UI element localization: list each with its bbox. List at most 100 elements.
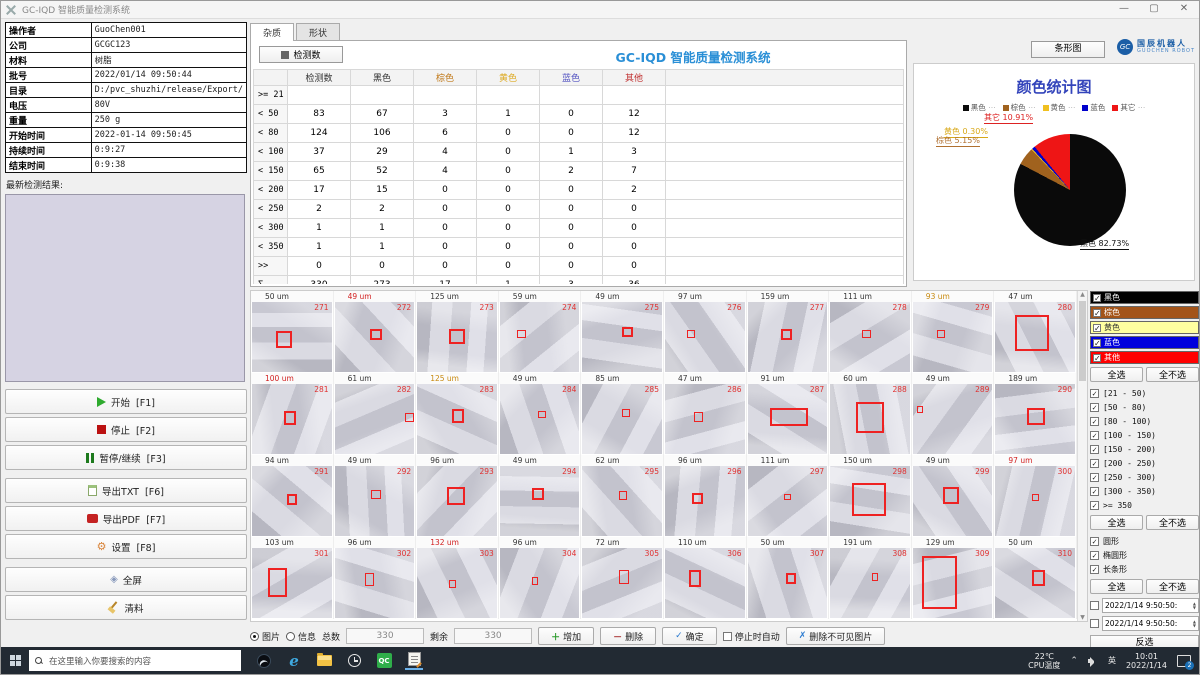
grid-cell[interactable]: 189 um290: [994, 373, 1077, 455]
checkbox-icon[interactable]: ✓: [1090, 501, 1099, 510]
color-filter-棕色[interactable]: ✓棕色: [1090, 306, 1199, 319]
radio-image-icon[interactable]: [250, 632, 259, 641]
checkbox-icon[interactable]: ✓: [1093, 294, 1101, 302]
grid-cell[interactable]: 47 um280: [994, 291, 1077, 373]
add-button[interactable]: ＋增加: [538, 627, 594, 645]
close-button[interactable]: ✕: [1169, 1, 1199, 19]
checkbox-icon[interactable]: ✓: [1090, 403, 1099, 412]
radio-info[interactable]: 信息: [286, 630, 316, 643]
remain-input[interactable]: 330: [454, 628, 532, 644]
detection-image[interactable]: 273: [417, 302, 497, 372]
detection-image[interactable]: 306: [665, 548, 745, 618]
range-filter[interactable]: ✓[100 - 150): [1090, 428, 1199, 442]
detection-image[interactable]: 276: [665, 302, 745, 372]
start-button[interactable]: 开始 [F1]: [5, 389, 247, 414]
detection-image[interactable]: 287: [748, 384, 828, 454]
grid-cell[interactable]: 61 um282: [334, 373, 417, 455]
checkbox-icon[interactable]: ✓: [1090, 445, 1099, 454]
detection-image[interactable]: 294: [500, 466, 580, 536]
detection-image[interactable]: 295: [582, 466, 662, 536]
grid-cell[interactable]: 50 um307: [747, 537, 830, 619]
confirm-button[interactable]: ✓确定: [662, 627, 717, 645]
grid-cell[interactable]: 49 um289: [912, 373, 995, 455]
taskbar-search-input[interactable]: 在这里输入你要搜索的内容: [29, 650, 241, 671]
datetime-start-input[interactable]: 2022/1/14 9:50:50:▲▼: [1102, 598, 1199, 613]
tab-杂质[interactable]: 杂质: [250, 23, 294, 41]
minimize-button[interactable]: —: [1109, 1, 1139, 19]
detection-image[interactable]: 296: [665, 466, 745, 536]
grid-cell[interactable]: 49 um284: [499, 373, 582, 455]
grid-cell[interactable]: 150 um298: [829, 455, 912, 537]
detection-image[interactable]: 289: [913, 384, 993, 454]
checkbox-icon[interactable]: [723, 632, 732, 641]
clear-material-button[interactable]: 清料: [5, 595, 247, 620]
range-filter[interactable]: ✓[200 - 250): [1090, 456, 1199, 470]
grid-cell[interactable]: 111 um278: [829, 291, 912, 373]
grid-cell[interactable]: 96 um304: [499, 537, 582, 619]
detection-image[interactable]: 301: [252, 548, 332, 618]
detection-image[interactable]: 281: [252, 384, 332, 454]
grid-cell[interactable]: 96 um293: [416, 455, 499, 537]
grid-cell[interactable]: 103 um301: [251, 537, 334, 619]
detection-image[interactable]: 272: [335, 302, 415, 372]
checkbox-icon[interactable]: ✓: [1093, 324, 1101, 332]
fullscreen-button[interactable]: ◈全屏: [5, 567, 247, 592]
grid-cell[interactable]: 191 um308: [829, 537, 912, 619]
checkbox-icon[interactable]: ✓: [1090, 389, 1099, 398]
detection-image[interactable]: 304: [500, 548, 580, 618]
color-filter-黄色[interactable]: ✓黄色: [1090, 321, 1199, 334]
qc-app-icon[interactable]: QC: [375, 652, 393, 670]
detection-image[interactable]: 307: [748, 548, 828, 618]
clock-app-icon[interactable]: [345, 652, 363, 670]
grid-cell[interactable]: 96 um296: [664, 455, 747, 537]
cpu-temp-indicator[interactable]: 22℃CPU温度: [1028, 652, 1060, 670]
notification-icon[interactable]: 2: [1177, 655, 1191, 667]
color-select-all-button[interactable]: 全选: [1090, 367, 1143, 382]
scrollbar-thumb[interactable]: [1079, 301, 1086, 381]
detection-image[interactable]: 278: [830, 302, 910, 372]
range-select-none-button[interactable]: 全不选: [1146, 515, 1199, 530]
grid-cell[interactable]: 132 um303: [416, 537, 499, 619]
color-filter-黑色[interactable]: ✓黑色: [1090, 291, 1199, 304]
grid-cell[interactable]: 125 um283: [416, 373, 499, 455]
stop-button[interactable]: 停止 [F2]: [5, 417, 247, 442]
auto-on-stop-checkbox[interactable]: 停止时自动: [723, 630, 780, 643]
detection-image[interactable]: 279: [913, 302, 993, 372]
checkbox-icon[interactable]: ✓: [1090, 551, 1099, 560]
range-filter[interactable]: ✓[80 - 100): [1090, 414, 1199, 428]
checkbox-icon[interactable]: ✓: [1090, 565, 1099, 574]
grid-cell[interactable]: 50 um271: [251, 291, 334, 373]
grid-scrollbar[interactable]: ▲▼: [1077, 291, 1087, 621]
grid-cell[interactable]: 49 um292: [334, 455, 417, 537]
radio-image[interactable]: 图片: [250, 630, 280, 643]
detection-image[interactable]: 280: [995, 302, 1075, 372]
pause-resume-button[interactable]: 暂停/继续 [F3]: [5, 445, 247, 470]
shape-filter-长条形[interactable]: ✓长条形: [1090, 562, 1199, 576]
grid-cell[interactable]: 125 um273: [416, 291, 499, 373]
grid-cell[interactable]: 49 um272: [334, 291, 417, 373]
detection-image[interactable]: 308: [830, 548, 910, 618]
detection-image[interactable]: 277: [748, 302, 828, 372]
file-explorer-icon[interactable]: [315, 652, 333, 670]
checkbox-icon[interactable]: ✓: [1090, 473, 1099, 482]
color-filter-其他[interactable]: ✓其他: [1090, 351, 1199, 364]
detection-image[interactable]: 292: [335, 466, 415, 536]
grid-cell[interactable]: 96 um302: [334, 537, 417, 619]
spinner-icon[interactable]: ▲▼: [1193, 602, 1196, 610]
clock-datetime[interactable]: 10:012022/1/14: [1126, 652, 1167, 670]
range-filter[interactable]: ✓>= 350: [1090, 498, 1199, 512]
range-select-all-button[interactable]: 全选: [1090, 515, 1143, 530]
grid-cell[interactable]: 97 um276: [664, 291, 747, 373]
checkbox-icon[interactable]: ✓: [1090, 487, 1099, 496]
detection-image[interactable]: 309: [913, 548, 993, 618]
start-button[interactable]: [1, 647, 29, 674]
detection-image[interactable]: 283: [417, 384, 497, 454]
notepad-app-icon[interactable]: [405, 652, 423, 670]
datetime-start-checkbox[interactable]: [1090, 601, 1099, 610]
count-button[interactable]: 检测数: [259, 46, 343, 63]
speaker-icon[interactable]: [1088, 656, 1098, 666]
range-filter[interactable]: ✓[300 - 350): [1090, 484, 1199, 498]
range-filter[interactable]: ✓[150 - 200): [1090, 442, 1199, 456]
detection-image[interactable]: 300: [995, 466, 1075, 536]
grid-cell[interactable]: 49 um299: [912, 455, 995, 537]
